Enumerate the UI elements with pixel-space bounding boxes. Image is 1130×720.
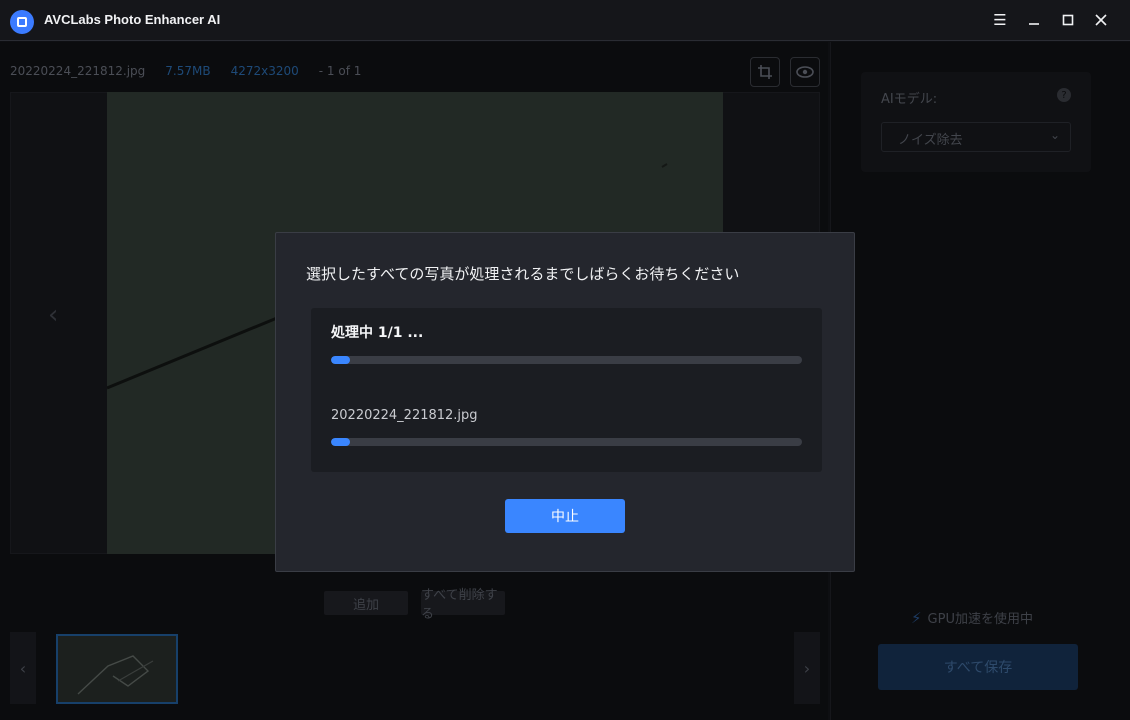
app-title: AVCLabs Photo Enhancer AI bbox=[44, 12, 221, 27]
gpu-status-text: GPU加速を使用中 bbox=[927, 612, 1033, 627]
strip-right-icon[interactable]: › bbox=[794, 632, 820, 704]
title-bar: AVCLabs Photo Enhancer AI ☰ bbox=[0, 0, 1130, 41]
overall-progress-fill bbox=[331, 356, 350, 364]
file-progress-bar bbox=[331, 438, 802, 446]
bolt-icon: ⚡ bbox=[911, 608, 922, 627]
help-icon[interactable]: ? bbox=[1057, 88, 1071, 102]
app-window: AVCLabs Photo Enhancer AI ☰ 20220224_221… bbox=[0, 0, 1130, 720]
ai-model-label: AIモデル: bbox=[881, 92, 938, 107]
cancel-button[interactable]: 中止 bbox=[505, 499, 625, 533]
settings-panel: AIモデル: ? ノイズ除去 ⌄ ⚡ GPU加速を使用中 すべて保存 bbox=[830, 42, 1130, 720]
remove-all-button[interactable]: すべて削除する bbox=[421, 588, 505, 622]
eye-icon[interactable] bbox=[790, 57, 820, 87]
menu-icon[interactable]: ☰ bbox=[990, 10, 1010, 30]
file-progress-fill bbox=[331, 438, 350, 446]
processing-dialog: 選択したすべての写真が処理されるまでしばらくお待ちください 処理中 1/1 ..… bbox=[275, 232, 855, 572]
chevron-down-icon: ⌄ bbox=[1049, 128, 1060, 142]
ai-model-card: AIモデル: ? ノイズ除去 ⌄ bbox=[861, 72, 1091, 172]
prev-image-icon[interactable]: ‹ bbox=[48, 300, 58, 330]
crop-icon[interactable] bbox=[750, 57, 780, 87]
minimize-icon[interactable] bbox=[1024, 10, 1044, 30]
ai-model-value: ノイズ除去 bbox=[898, 133, 963, 148]
strip-left-icon[interactable]: ‹ bbox=[10, 632, 36, 704]
gpu-status: ⚡ GPU加速を使用中 bbox=[911, 608, 1033, 628]
overall-progress-bar bbox=[331, 356, 802, 364]
file-info: 20220224_221812.jpg 7.57MB 4272x3200 - 1… bbox=[10, 64, 361, 78]
save-all-button[interactable]: すべて保存 bbox=[878, 644, 1078, 690]
dialog-title: 選択したすべての写真が処理されるまでしばらくお待ちください bbox=[306, 265, 740, 283]
processing-status: 処理中 1/1 ... bbox=[331, 325, 424, 341]
progress-panel: 処理中 1/1 ... 20220224_221812.jpg bbox=[311, 308, 822, 472]
ai-model-select[interactable]: ノイズ除去 ⌄ bbox=[881, 122, 1071, 152]
current-file-name: 20220224_221812.jpg bbox=[331, 408, 478, 423]
page-indicator: - 1 of 1 bbox=[318, 64, 362, 78]
file-name: 20220224_221812.jpg bbox=[10, 64, 146, 78]
app-logo-icon bbox=[10, 10, 34, 34]
thumbnail-item[interactable] bbox=[56, 634, 178, 704]
add-button[interactable]: 追加 bbox=[324, 591, 408, 615]
file-dimensions: 4272x3200 bbox=[230, 64, 299, 78]
file-size: 7.57MB bbox=[165, 64, 211, 78]
maximize-icon[interactable] bbox=[1058, 10, 1078, 30]
close-icon[interactable] bbox=[1091, 10, 1111, 30]
thumbnail-strip: ‹ › bbox=[10, 632, 820, 706]
